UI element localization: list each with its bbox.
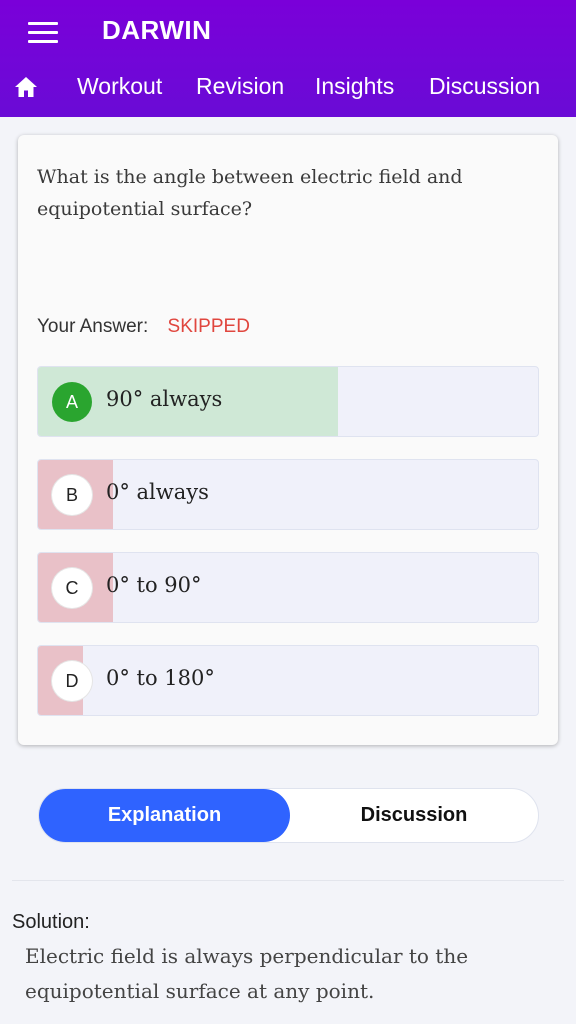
option-b-text: 0° always [106,480,209,504]
option-a[interactable]: A 90° always [37,366,539,437]
your-answer-label: Your Answer: [37,316,149,337]
option-a-text: 90° always [106,387,223,411]
your-answer-value: SKIPPED [167,316,250,337]
home-icon[interactable] [14,76,38,98]
your-answer: Your Answer: SKIPPED [37,316,250,338]
solution-title: Solution: [12,911,90,933]
question-text: What is the angle between electric field… [37,166,463,220]
discussion-button[interactable]: Discussion [290,789,538,842]
option-d-badge: D [52,661,92,701]
divider [12,880,564,881]
question-card: What is the angle between electric field… [18,135,558,745]
tab-workout[interactable]: Workout [77,73,162,100]
tab-revision[interactable]: Revision [196,73,284,100]
explanation-discussion-toggle: Explanation Discussion [38,788,539,843]
menu-icon[interactable] [28,22,58,44]
option-c-text: 0° to 90° [106,573,202,597]
tab-insights[interactable]: Insights [315,73,394,100]
app-bar: DARWIN Workout Revision Insights Discuss… [0,0,576,117]
solution-text: Electric field is always perpendicular t… [25,944,469,1003]
option-d[interactable]: D 0° to 180° [37,645,539,716]
explanation-button[interactable]: Explanation [39,789,290,842]
option-a-badge: A [52,382,92,422]
option-b-badge: B [52,475,92,515]
option-c-badge: C [52,568,92,608]
option-c[interactable]: C 0° to 90° [37,552,539,623]
option-b[interactable]: B 0° always [37,459,539,530]
tab-discussion[interactable]: Discussion [429,73,540,100]
app-title: DARWIN [102,15,212,45]
option-d-text: 0° to 180° [106,666,215,690]
top-nav: Workout Revision Insights Discussion [0,60,576,114]
